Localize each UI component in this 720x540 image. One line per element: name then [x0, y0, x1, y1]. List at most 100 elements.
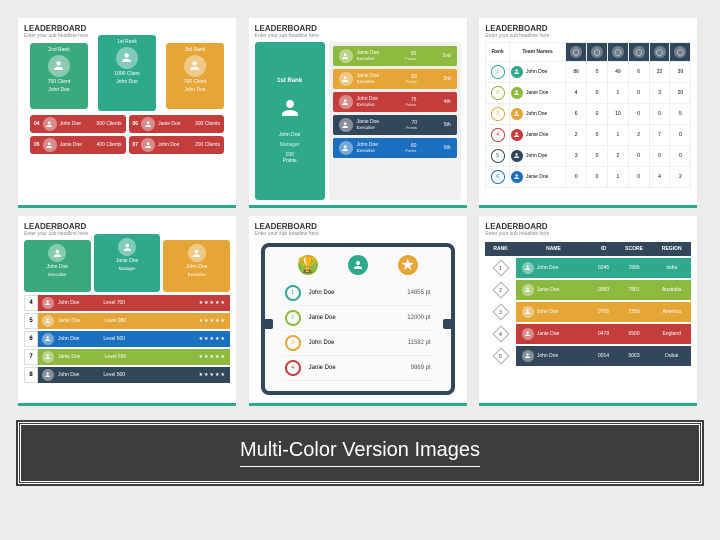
person-icon — [43, 117, 57, 131]
region: England — [652, 324, 691, 344]
rank-num: 6 — [24, 331, 38, 347]
cell: 2 — [607, 146, 628, 167]
rank-bar: Janie DoeExecutive70Points5th — [333, 115, 457, 135]
cell: 2 — [628, 125, 649, 146]
rank-num: 8 — [24, 367, 38, 383]
stars: ★★★★★ — [199, 318, 226, 324]
rank-diamond: 5 — [492, 348, 509, 365]
score: 6500 — [616, 324, 652, 344]
panel-subtitle: Enter your sub headline here — [255, 33, 461, 39]
cell: 0 — [587, 146, 608, 167]
cell: 0 — [587, 167, 608, 188]
rank-badge: 5 — [491, 149, 505, 163]
name: Janie Doe — [526, 174, 549, 180]
cell: 2 — [670, 167, 691, 188]
cell: 0 — [670, 146, 691, 167]
id: 0014 — [591, 346, 616, 366]
person-icon — [348, 255, 368, 275]
id: 0765 — [591, 302, 616, 322]
leaderboard-panel-4: LEADERBOARD Enter your sub headline here… — [18, 216, 236, 406]
metric-icon: ◯ — [591, 46, 603, 58]
panel-title: LEADERBOARD — [255, 24, 461, 33]
rank-num: 04 — [34, 121, 40, 127]
points-row: 1John Doe14855 pt — [283, 281, 433, 306]
rank-label: 1st Rank — [117, 39, 137, 45]
stats-table: RankTeam Names◯◯◯◯◯◯1John Doe86049622392… — [485, 42, 691, 188]
rank-label: 2nd Rank — [48, 47, 69, 53]
stars: ★★★★★ — [199, 354, 226, 360]
rank-card: 1st Rank1000 ClientJohn Doe — [98, 35, 156, 111]
rank-card: 3rd Rank700 ClientJohn Doe — [166, 43, 224, 109]
person-icon — [339, 95, 353, 109]
name: John Doe — [279, 132, 300, 138]
cell: 0 — [587, 83, 608, 104]
col-header: ID — [591, 242, 616, 256]
person-icon — [48, 55, 70, 77]
rank-bar: Janie DoeExecutive95Points2nd — [333, 46, 457, 66]
stat: 1000 Client — [114, 71, 139, 77]
score: 7801 — [616, 280, 652, 300]
score: 7350 — [616, 302, 652, 322]
clients: 400 Clients — [96, 142, 121, 148]
leaderboard-panel-6: LEADERBOARD Enter your sub headline here… — [479, 216, 697, 406]
role: Executive — [357, 148, 375, 153]
rank-diamond: 1 — [492, 260, 509, 277]
cell: 1 — [607, 83, 628, 104]
place: 6th — [444, 146, 451, 151]
name: Janie Doe — [537, 287, 560, 293]
person-icon — [339, 118, 353, 132]
name: John Doe — [47, 264, 68, 270]
rank-badge: 1 — [285, 285, 301, 301]
cell: 0 — [566, 167, 587, 188]
table-row: 1John Doe02457895India — [485, 258, 691, 278]
score: 7895 — [616, 258, 652, 278]
role: Executive — [357, 56, 375, 61]
star-icon: ★ — [398, 255, 418, 275]
cell: 2 — [566, 125, 587, 146]
region-table: RANKNAMEIDSCOREREGION1John Doe02457895In… — [485, 240, 691, 368]
place: 3rd — [443, 77, 450, 82]
client-pill: 06Janie Doe300 Clients — [129, 115, 225, 133]
cell: 3 — [566, 146, 587, 167]
person-icon — [48, 244, 66, 262]
name: John Doe — [526, 111, 547, 117]
name: Janie Doe — [158, 121, 181, 127]
place: 4th — [444, 100, 451, 105]
col-header: RANK — [485, 242, 516, 256]
name: Janie Doe — [526, 132, 549, 138]
name: John Doe — [309, 290, 335, 296]
cell: 10 — [607, 104, 628, 125]
role: Executive — [188, 272, 206, 277]
rank-badge: 4 — [285, 360, 301, 376]
name: Janie Doe — [309, 365, 336, 371]
name: Janie Doe — [58, 354, 81, 360]
person-icon — [339, 49, 353, 63]
rank-num: 05 — [34, 142, 40, 148]
region: America — [652, 302, 691, 322]
person-icon — [141, 138, 155, 152]
name: John Doe — [48, 87, 69, 93]
person-icon — [522, 306, 534, 318]
role: Manager — [119, 266, 135, 271]
footer-banner: Multi-Color Version Images — [18, 422, 702, 484]
rank-badge: 6 — [491, 170, 505, 184]
points-row: 2Janie Doe12000 pt — [283, 306, 433, 331]
level: Level 980 — [105, 318, 127, 324]
person-icon — [522, 350, 534, 362]
table-row: 3John Doe6010005 — [486, 104, 691, 125]
leaderboard-panel-1: LEADERBOARD Enter your sub headline here… — [18, 18, 236, 208]
panel-title: LEADERBOARD — [24, 222, 230, 231]
rank-badge: 3 — [285, 335, 301, 351]
name: John Doe — [58, 300, 79, 306]
points: 11582 pt — [408, 340, 431, 346]
rank-num: 4 — [24, 295, 38, 311]
leaderboard-panel-3: LEADERBOARD Enter your sub headline here… — [479, 18, 697, 208]
name: Janie Doe — [116, 258, 139, 264]
name: John Doe — [537, 353, 558, 359]
table-row: 2Janie Doe4010320 — [486, 83, 691, 104]
col-header: Rank — [486, 43, 510, 62]
clients: 500 Clients — [96, 121, 121, 127]
rank-badge: 1 — [491, 65, 505, 79]
level: Level 500 — [103, 372, 125, 378]
client-pill: 04John Doe500 Clients — [30, 115, 126, 133]
